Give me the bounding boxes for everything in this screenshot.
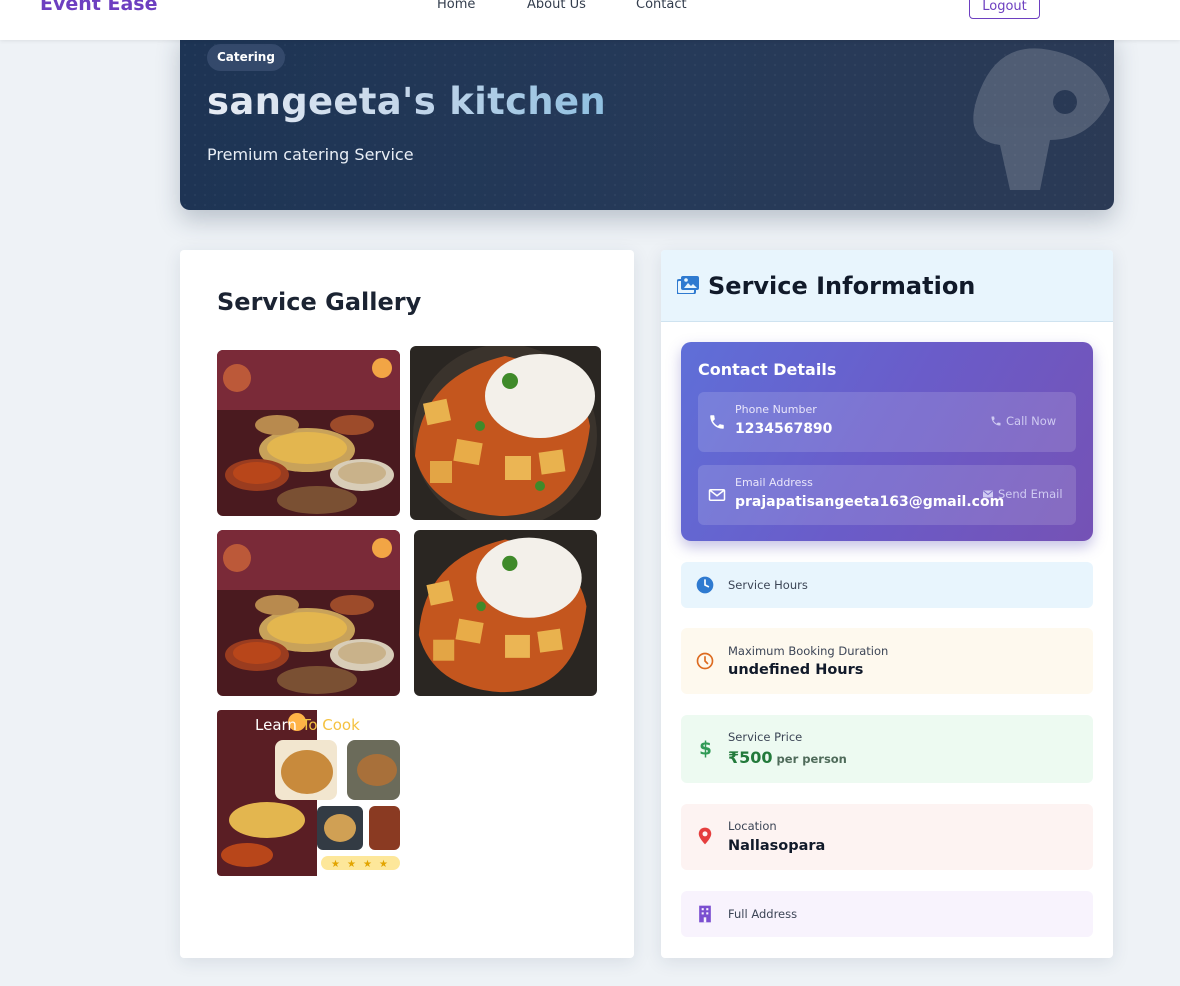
gallery-image-paneer-1[interactable]	[410, 346, 601, 520]
phone-label: Phone Number	[735, 403, 817, 416]
collage-caption-to-cook: To Cook	[301, 716, 360, 734]
svg-text:★: ★	[379, 859, 388, 870]
location-value: Nallasopara	[728, 838, 826, 854]
call-now-button[interactable]: Call Now	[990, 414, 1056, 428]
service-title: sangeeta's kitchen	[207, 80, 606, 123]
hero-decorative-icon	[973, 48, 1110, 190]
gallery-title: Service Gallery	[217, 288, 422, 316]
info-card-header: Service Information	[661, 250, 1113, 322]
gallery-image-learn-to-cook[interactable]: ★ ★ ★ ★ Learn To Cook	[217, 710, 400, 876]
full-address-label: Full Address	[728, 907, 798, 921]
gallery-image-feast-2[interactable]	[217, 530, 400, 696]
location-label: Location	[728, 819, 777, 833]
logout-button[interactable]: Logout	[969, 0, 1040, 19]
email-icon	[708, 489, 726, 501]
info-card-title: Service Information	[708, 272, 976, 300]
service-price-row: $ Service Price ₹500 per person	[681, 715, 1093, 783]
clock-icon	[696, 576, 714, 594]
stopwatch-icon	[696, 652, 714, 670]
service-hours-label: Service Hours	[728, 578, 808, 592]
nav-link-contact[interactable]: Contact	[636, 0, 687, 12]
contact-details-title: Contact Details	[698, 360, 837, 379]
service-price-unit: per person	[776, 752, 847, 766]
svg-text:$: $	[699, 739, 712, 758]
collage-caption-learn: Learn	[255, 716, 302, 734]
nav-link-home[interactable]: Home	[437, 0, 475, 12]
call-now-label: Call Now	[1006, 414, 1057, 428]
email-value: prajapatisangeeta163@gmail.com	[735, 494, 1005, 510]
top-navbar: Event Ease Home About Us Contact Logout	[0, 0, 1180, 40]
images-icon	[677, 276, 699, 294]
booking-duration-label: Maximum Booking Duration	[728, 644, 889, 658]
brand-logo[interactable]: Event Ease	[40, 0, 157, 15]
service-hours-row: Service Hours	[681, 562, 1093, 608]
envelope-icon	[983, 490, 993, 498]
service-price-value: ₹500	[728, 748, 773, 767]
service-information-card: Service Information Contact Details Phon…	[661, 250, 1113, 958]
service-price-line: ₹500 per person	[728, 748, 847, 767]
booking-duration-row: Maximum Booking Duration undefined Hours	[681, 628, 1093, 694]
phone-row: Phone Number 1234567890 Call Now	[698, 392, 1076, 452]
email-label: Email Address	[735, 476, 813, 489]
svg-text:★: ★	[331, 859, 340, 870]
send-email-button[interactable]: Send Email	[982, 487, 1063, 501]
service-hero-banner: Catering sangeeta's kitchen Premium cate…	[180, 30, 1114, 210]
gallery-image-feast-1[interactable]	[217, 350, 400, 516]
building-icon	[699, 905, 711, 923]
gallery-image-paneer-2[interactable]	[414, 530, 597, 696]
svg-text:★: ★	[347, 859, 356, 870]
full-address-row: Full Address	[681, 891, 1093, 937]
category-badge: Catering	[207, 44, 285, 71]
nav-link-about-us[interactable]: About Us	[527, 0, 586, 12]
booking-duration-value: undefined Hours	[728, 662, 864, 678]
location-row: Location Nallasopara	[681, 804, 1093, 870]
service-price-label: Service Price	[728, 730, 803, 744]
phone-icon	[710, 415, 724, 429]
svg-text:★: ★	[363, 859, 372, 870]
service-gallery-card: Service Gallery ★ ★ ★ ★ Learn To Cook	[180, 250, 634, 958]
service-subtitle: Premium catering Service	[207, 145, 414, 164]
collage-caption: Learn To Cook	[255, 716, 360, 734]
call-icon	[991, 416, 1001, 426]
contact-details-box: Contact Details Phone Number 1234567890 …	[681, 342, 1093, 541]
send-email-label: Send Email	[998, 487, 1063, 501]
phone-value: 1234567890	[735, 421, 833, 437]
email-row: Email Address prajapatisangeeta163@gmail…	[698, 465, 1076, 525]
dollar-icon: $	[699, 739, 712, 758]
map-pin-icon	[698, 827, 712, 845]
